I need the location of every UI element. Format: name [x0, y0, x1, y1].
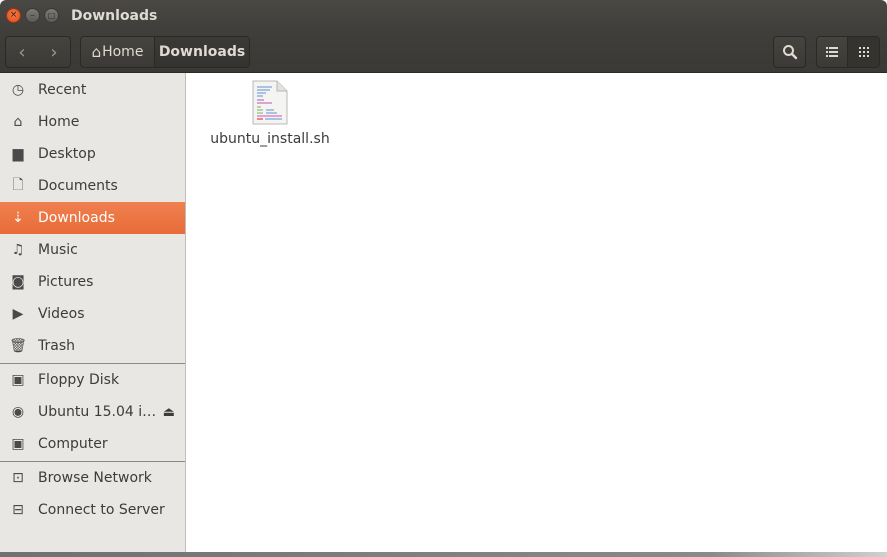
minimize-icon: –	[30, 10, 35, 21]
search-icon	[782, 45, 797, 60]
sidebar-item-label: Recent	[38, 82, 87, 98]
minimize-button[interactable]: –	[25, 8, 40, 23]
breadcrumb-downloads[interactable]: Downloads	[155, 37, 249, 67]
window-title: Downloads	[71, 8, 158, 24]
network-icon: ⊡	[12, 470, 24, 486]
view-switcher	[816, 36, 880, 68]
sidebar-item-label: Pictures	[38, 274, 94, 290]
sidebar-item-label: Home	[38, 114, 80, 130]
breadcrumb-downloads-label: Downloads	[158, 44, 246, 60]
sidebar-item-recent[interactable]: ◷ Recent	[0, 74, 185, 106]
sidebar-item-label: Trash	[38, 338, 75, 354]
sidebar-item-label: Documents	[38, 178, 118, 194]
sidebar-item-computer[interactable]: ▣ Computer	[0, 428, 185, 460]
file-name: ubuntu_install.sh	[210, 131, 330, 147]
forward-button[interactable]: ›	[38, 37, 70, 67]
clock-icon: ◷	[11, 82, 25, 98]
sidebar-item-label: Computer	[38, 436, 108, 452]
camera-icon: ◙	[11, 274, 25, 290]
sidebar-item-desktop[interactable]: ▆ Desktop	[0, 138, 185, 170]
sidebar-item-label: Downloads	[38, 210, 115, 226]
sidebar-item-connect-to-server[interactable]: ⊟ Connect to Server	[0, 494, 185, 526]
sidebar-item-trash[interactable]: 🗑 Trash	[0, 330, 185, 362]
sidebar-item-label: Ubuntu 15.04 i…	[38, 404, 157, 420]
sidebar-item-browse-network[interactable]: ⊡ Browse Network	[0, 462, 185, 494]
file-item[interactable]: ubuntu_install.sh	[208, 80, 332, 147]
folder-icon: ▆	[12, 146, 24, 162]
maximize-icon: □	[47, 11, 56, 20]
maximize-button[interactable]: □	[44, 8, 59, 23]
download-icon: ⇣	[12, 210, 24, 226]
grid-view-button[interactable]	[848, 37, 879, 67]
sidebar-item-videos[interactable]: ▶ Videos	[0, 298, 185, 330]
search-button[interactable]	[773, 36, 806, 68]
eject-icon[interactable]: ⏏	[163, 405, 175, 420]
sidebar-item-ubuntu-disc[interactable]: ◉ Ubuntu 15.04 i… ⏏	[0, 396, 185, 428]
harddisk-icon: ▣	[11, 436, 25, 452]
server-icon: ⊟	[12, 502, 24, 518]
chevron-right-icon: ›	[50, 41, 58, 63]
back-button[interactable]: ‹	[6, 37, 38, 67]
sidebar-item-label: Browse Network	[38, 470, 152, 486]
window-shadow	[0, 552, 887, 557]
sidebar-item-label: Floppy Disk	[38, 372, 120, 388]
disc-icon: ◉	[11, 404, 25, 420]
music-icon: ♫	[11, 242, 25, 258]
toolbar: ‹ › ⌂ Home Downloads	[0, 32, 887, 73]
close-button[interactable]: ×	[6, 8, 21, 23]
home-icon: ⌂	[13, 114, 23, 130]
grid-view-icon	[858, 47, 869, 57]
document-icon: 🗋	[12, 177, 24, 193]
sidebar-item-label: Desktop	[38, 146, 96, 162]
file-manager-window: × – □ Downloads ‹ › ⌂ Home Downloads ◷ R…	[0, 0, 887, 552]
close-icon: ×	[9, 10, 18, 20]
navigation-buttons: ‹ ›	[5, 36, 71, 68]
sidebar-item-home[interactable]: ⌂ Home	[0, 106, 185, 138]
sidebar: ◷ Recent ⌂ Home ▆ Desktop 🗋 Documents ⇣ Downl…	[0, 73, 186, 552]
sidebar-item-music[interactable]: ♫ Music	[0, 234, 185, 266]
home-icon: ⌂	[91, 43, 102, 61]
list-view-button[interactable]	[817, 37, 849, 67]
sidebar-item-documents[interactable]: 🗋 Documents	[0, 170, 185, 202]
video-icon: ▶	[12, 306, 24, 322]
title-bar: × – □ Downloads	[0, 0, 887, 32]
shell-script-icon	[252, 80, 288, 125]
search-button-inner	[774, 37, 805, 67]
chevron-left-icon: ‹	[18, 41, 26, 63]
floppy-icon: ▣	[11, 372, 25, 388]
trash-icon: 🗑	[9, 338, 27, 354]
breadcrumb-home[interactable]: ⌂ Home	[81, 37, 155, 67]
breadcrumb: ⌂ Home Downloads	[80, 36, 250, 68]
sidebar-item-pictures[interactable]: ◙ Pictures	[0, 266, 185, 298]
list-view-icon	[826, 47, 838, 57]
sidebar-item-label: Music	[38, 242, 78, 258]
sidebar-item-downloads[interactable]: ⇣ Downloads	[0, 202, 185, 234]
file-view[interactable]: ubuntu_install.sh	[186, 73, 887, 552]
breadcrumb-home-label: Home	[102, 44, 144, 60]
sidebar-item-floppy-disk[interactable]: ▣ Floppy Disk	[0, 364, 185, 396]
sidebar-item-label: Connect to Server	[38, 502, 165, 518]
sidebar-item-label: Videos	[38, 306, 85, 322]
